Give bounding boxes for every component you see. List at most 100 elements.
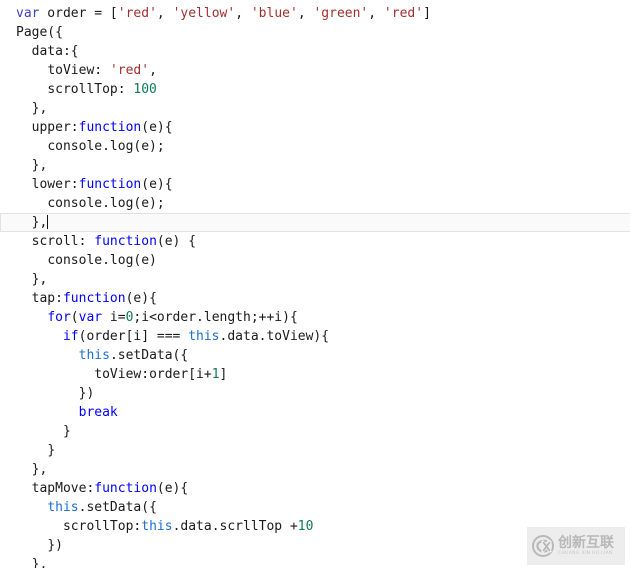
- code-token-fn: function: [94, 234, 157, 249]
- code-line[interactable]: }): [0, 384, 630, 403]
- code-line[interactable]: console.log(e);: [0, 194, 630, 213]
- code-token-plain: toView:order[i+: [94, 367, 212, 382]
- code-line[interactable]: },: [0, 156, 630, 175]
- code-token-plain: (: [70, 310, 79, 325]
- code-line[interactable]: lower:function(e){: [0, 175, 630, 194]
- code-token-plain: i=: [102, 310, 126, 325]
- code-content[interactable]: var order = ['red', 'yellow', 'blue', 'g…: [0, 4, 630, 568]
- code-token-plain: },: [31, 101, 48, 116]
- code-line[interactable]: tapMove:function(e){: [0, 479, 630, 498]
- code-token-this: this: [141, 519, 173, 534]
- code-line[interactable]: Page({: [0, 23, 630, 42]
- code-line[interactable]: }: [0, 422, 630, 441]
- code-line[interactable]: console.log(e);: [0, 137, 630, 156]
- code-token-fn: function: [78, 177, 142, 192]
- code-line[interactable]: toView: 'red',: [0, 61, 630, 80]
- code-line[interactable]: },: [0, 99, 630, 118]
- code-token-fn: function: [62, 291, 126, 306]
- code-line[interactable]: },: [0, 270, 630, 289]
- code-token-str: 'red': [109, 63, 150, 78]
- code-editor[interactable]: var order = ['red', 'yellow', 'blue', 'g…: [0, 0, 630, 568]
- code-token-var: var: [16, 6, 40, 21]
- code-token-plain: console.log(e);: [47, 196, 165, 211]
- code-token-plain: ,: [368, 6, 384, 21]
- code-token-plain: ,: [297, 6, 314, 21]
- code-token-plain: (order[i] ===: [78, 329, 189, 344]
- watermark-brand-en: CHUANG XIN HU LIAN: [558, 550, 613, 556]
- code-token-plain: }): [78, 386, 95, 401]
- code-token-this: this: [47, 500, 79, 515]
- code-token-plain: ,: [156, 6, 173, 21]
- watermark-text: 创新互联 CHUANG XIN HU LIAN: [558, 536, 614, 556]
- code-token-plain: console.log(e);: [47, 139, 165, 154]
- code-line[interactable]: if(order[i] === this.data.toView){: [0, 327, 630, 346]
- code-line[interactable]: tap:function(e){: [0, 289, 630, 308]
- code-token-plain: .data.scrllTop +: [172, 519, 298, 534]
- code-line[interactable]: this.setData({: [0, 346, 630, 365]
- code-line[interactable]: for(var i=0;i<order.length;++i){: [0, 308, 630, 327]
- code-token-num: 1: [211, 367, 220, 382]
- code-token-plain: upper:: [31, 120, 79, 135]
- code-line[interactable]: scrollTop: 100: [0, 80, 630, 99]
- code-token-plain: },: [31, 272, 48, 287]
- code-token-plain: },: [31, 462, 48, 477]
- code-line[interactable]: this.setData({: [0, 498, 630, 517]
- code-token-plain: tapMove:: [31, 481, 95, 496]
- code-token-plain: order = [: [39, 6, 118, 21]
- code-token-plain: (e){: [156, 481, 189, 496]
- code-line[interactable]: },: [0, 213, 630, 232]
- code-line[interactable]: },: [0, 460, 630, 479]
- code-line[interactable]: upper:function(e){: [0, 118, 630, 137]
- code-token-plain: scrollTop:: [47, 82, 134, 97]
- code-token-num: 10: [297, 519, 314, 534]
- code-token-key: var: [78, 310, 103, 325]
- code-token-plain: }): [47, 538, 63, 553]
- code-token-plain: data:{: [31, 44, 79, 59]
- code-token-this: this: [188, 329, 220, 344]
- code-token-plain: (e){: [125, 291, 157, 306]
- code-line[interactable]: var order = ['red', 'yellow', 'blue', 'g…: [0, 4, 630, 23]
- watermark-brand-cn: 创新互联: [558, 534, 614, 551]
- code-token-plain: (e){: [141, 177, 173, 192]
- code-token-plain: lower:: [31, 177, 79, 192]
- code-token-plain: }: [47, 443, 56, 458]
- code-token-key: if: [62, 329, 79, 344]
- code-token-plain: },: [31, 557, 48, 568]
- watermark: 创新互联 CHUANG XIN HU LIAN: [527, 527, 625, 565]
- code-token-plain: scroll:: [31, 234, 95, 249]
- code-line[interactable]: scroll: function(e) {: [0, 232, 630, 251]
- code-token-str: 'red': [117, 6, 157, 21]
- code-token-plain: (e){: [141, 120, 173, 135]
- code-token-plain: console.log(e): [47, 253, 157, 268]
- code-token-plain: }: [62, 424, 71, 439]
- code-token-plain: ]: [219, 367, 228, 382]
- code-line[interactable]: console.log(e): [0, 251, 630, 270]
- code-line[interactable]: break: [0, 403, 630, 422]
- code-token-plain: toView:: [47, 63, 110, 78]
- code-token-plain: .setData({: [78, 500, 157, 515]
- code-line[interactable]: }: [0, 441, 630, 460]
- code-line[interactable]: data:{: [0, 42, 630, 61]
- code-token-key: for: [47, 310, 71, 325]
- code-line[interactable]: toView:order[i+1]: [0, 365, 630, 384]
